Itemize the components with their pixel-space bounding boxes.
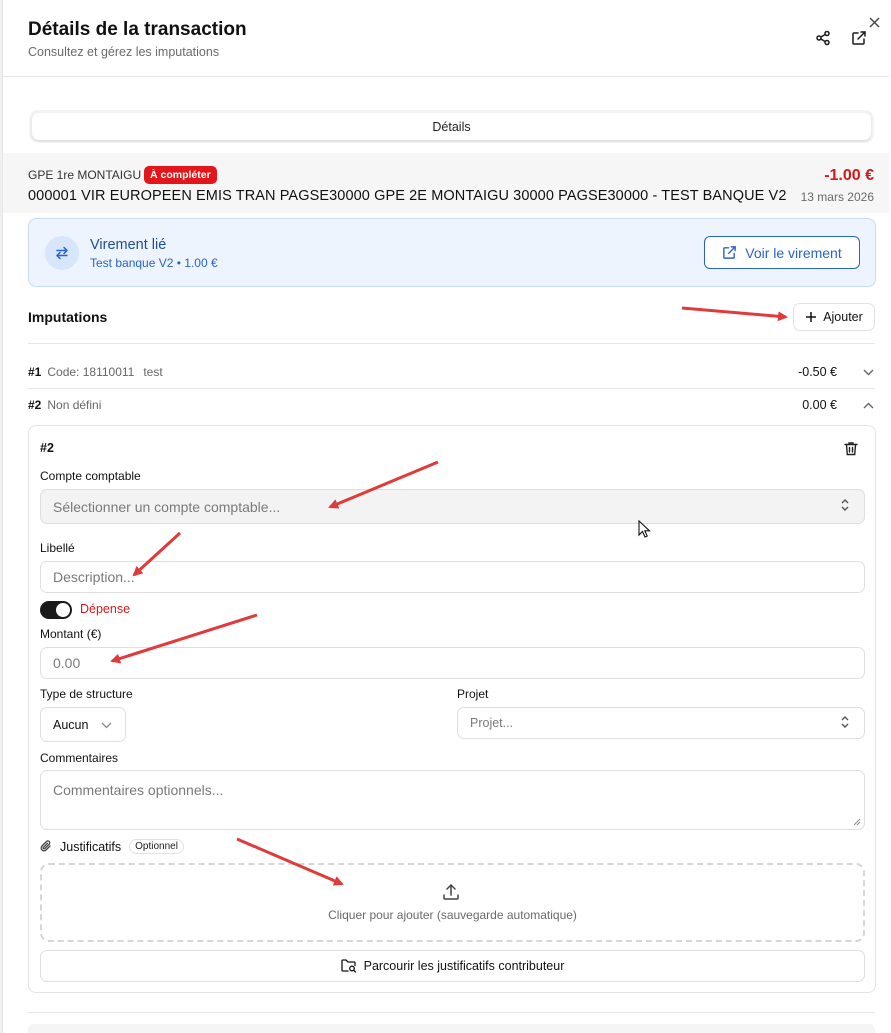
imputation-row-2[interactable]: #2 Non défini 0.00 €: [28, 394, 875, 416]
trash-icon[interactable]: [844, 441, 860, 457]
libelle-input[interactable]: Description...: [40, 561, 865, 593]
optional-badge: Optionnel: [129, 839, 184, 854]
imputation-description: test: [143, 365, 163, 379]
divider: [28, 388, 875, 389]
linked-transfer-card: Virement lié Test banque V2 • 1.00 € Voi…: [28, 218, 876, 287]
imputation-form-title: #2: [40, 441, 54, 455]
amount-placeholder: 0.00: [53, 655, 81, 671]
imputation-amount: 0.00 €: [802, 398, 837, 412]
footer-area: [28, 1024, 875, 1033]
external-link-icon: [723, 246, 737, 259]
page-subtitle: Consultez et gérez les imputations: [28, 45, 220, 59]
linked-transfer-subtitle: Test banque V2 • 1.00 €: [90, 256, 218, 270]
imputation-number: #2: [28, 398, 42, 412]
imputation-number: #1: [28, 365, 42, 379]
share-icon: [816, 30, 830, 46]
divider: [28, 1012, 875, 1013]
attachments-label: Justificatifs: [60, 839, 122, 854]
divider: [28, 343, 875, 344]
attachments-header: Justificatifs Optionnel: [40, 839, 184, 854]
amount-input[interactable]: 0.00: [40, 647, 865, 679]
browse-attachments-label: Parcourir les justificatifs contributeur: [363, 959, 565, 973]
add-imputation-button[interactable]: Ajouter: [793, 303, 875, 331]
external-link-icon: [852, 31, 866, 45]
transaction-details-panel: Détails de la transaction Consultez et g…: [2, 0, 889, 1033]
project-placeholder: Projet...: [470, 716, 514, 730]
expense-toggle[interactable]: [40, 601, 72, 619]
account-select-placeholder: Sélectionner un compte comptable...: [53, 498, 281, 515]
linked-transfer-title: Virement lié: [90, 237, 167, 253]
upload-icon: [442, 883, 460, 906]
structure-type-label: Type de structure: [40, 687, 133, 701]
mouse-cursor: [638, 520, 651, 538]
browse-attachments-button[interactable]: Parcourir les justificatifs contributeur: [40, 950, 865, 982]
chevron-down-icon[interactable]: [861, 365, 875, 379]
close-button[interactable]: [866, 14, 882, 30]
dropzone-text: Cliquer pour ajouter (sauvegarde automat…: [328, 908, 577, 922]
share-button[interactable]: [812, 27, 834, 49]
transaction-date: 13 mars 2026: [800, 190, 874, 204]
view-transfer-button[interactable]: Voir le virement: [704, 236, 860, 269]
open-external-button[interactable]: [848, 27, 870, 49]
imputations-title: Imputations: [28, 309, 108, 325]
status-badge: À compléter: [144, 166, 217, 184]
bank-account-name: GPE 1re MONTAIGU: [28, 168, 142, 182]
structure-type-select[interactable]: Aucun: [40, 707, 126, 742]
updown-icon: [840, 498, 850, 515]
chevron-down-icon: [101, 718, 112, 732]
account-label: Compte comptable: [40, 469, 141, 483]
tab-bar: Détails: [29, 110, 874, 143]
project-select[interactable]: Projet...: [457, 707, 865, 739]
imputation-code: Code: 18110011: [47, 365, 135, 379]
panel-header: Détails de la transaction Consultez et g…: [3, 0, 889, 77]
structure-type-value: Aucun: [53, 717, 89, 732]
folder-search-icon: [340, 959, 356, 973]
view-transfer-label: Voir le virement: [745, 244, 842, 261]
transaction-label: 000001 VIR EUROPEEN EMIS TRAN PAGSE30000…: [28, 188, 787, 204]
plus-icon: [806, 312, 817, 322]
comments-textarea[interactable]: Commentaires optionnels...: [40, 770, 865, 830]
account-select[interactable]: Sélectionner un compte comptable...: [40, 489, 865, 524]
chevron-up-icon[interactable]: [861, 398, 875, 412]
transaction-summary: GPE 1re MONTAIGU À compléter 000001 VIR …: [3, 153, 889, 213]
expense-toggle-label: Dépense: [80, 602, 131, 616]
libelle-label: Libellé: [40, 541, 75, 555]
transaction-amount: -1.00 €: [824, 167, 874, 184]
libelle-placeholder: Description...: [53, 569, 135, 585]
project-label: Projet: [457, 687, 489, 701]
imputation-code: Non défini: [47, 398, 102, 412]
add-imputation-label: Ajouter: [823, 310, 863, 324]
close-icon: [869, 17, 879, 27]
imputation-form-card: #2 Compte comptable Sélectionner un comp…: [28, 425, 876, 993]
amount-label: Montant (€): [40, 627, 102, 641]
imputation-row-1[interactable]: #1 Code: 18110011 test -0.50 €: [28, 361, 875, 383]
attachments-dropzone[interactable]: Cliquer pour ajouter (sauvegarde automat…: [40, 863, 865, 942]
page-title: Détails de la transaction: [28, 19, 247, 40]
updown-icon: [840, 715, 850, 732]
resize-grip-icon[interactable]: [853, 818, 861, 826]
comments-placeholder: Commentaires optionnels...: [53, 782, 224, 798]
imputation-amount: -0.50 €: [798, 365, 837, 379]
comments-label: Commentaires: [40, 751, 119, 765]
paperclip-icon: [40, 840, 51, 852]
tab-details[interactable]: Détails: [32, 113, 871, 140]
swap-icon: [45, 236, 79, 270]
